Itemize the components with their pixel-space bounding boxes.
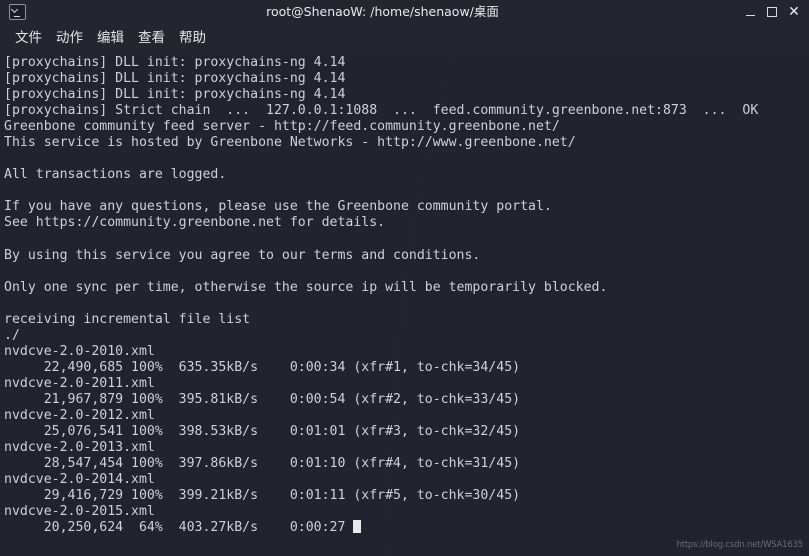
window-controls: ✕	[739, 0, 809, 24]
terminal-body[interactable]: [proxychains] DLL init: proxychains-ng 4…	[0, 52, 809, 556]
minimize-button[interactable]	[739, 0, 761, 24]
close-icon: ✕	[788, 4, 800, 20]
terminal-cursor	[353, 520, 362, 534]
maximize-button[interactable]	[761, 0, 783, 24]
menu-item-file[interactable]: 文件	[8, 24, 49, 52]
close-button[interactable]: ✕	[783, 0, 805, 24]
terminal-window: root@ShenaoW: /home/shenaow/桌面 ✕ 文件 动作 编…	[0, 0, 809, 556]
menu-item-edit[interactable]: 编辑	[90, 24, 131, 52]
menu-item-actions[interactable]: 动作	[49, 24, 90, 52]
terminal-output: [proxychains] DLL init: proxychains-ng 4…	[4, 55, 809, 536]
titlebar[interactable]: root@ShenaoW: /home/shenaow/桌面 ✕	[0, 0, 809, 24]
maximize-icon	[767, 7, 777, 17]
menu-item-help[interactable]: 帮助	[172, 24, 213, 52]
window-title: root@ShenaoW: /home/shenaow/桌面	[266, 4, 499, 19]
watermark: https://blog.csdn.net/WSA1635	[676, 540, 803, 550]
terminal-text: [proxychains] DLL init: proxychains-ng 4…	[4, 55, 759, 536]
menubar: 文件 动作 编辑 查看 帮助	[0, 24, 809, 52]
minimize-icon	[745, 14, 755, 17]
terminal-icon	[9, 4, 26, 20]
menu-item-view[interactable]: 查看	[131, 24, 172, 52]
